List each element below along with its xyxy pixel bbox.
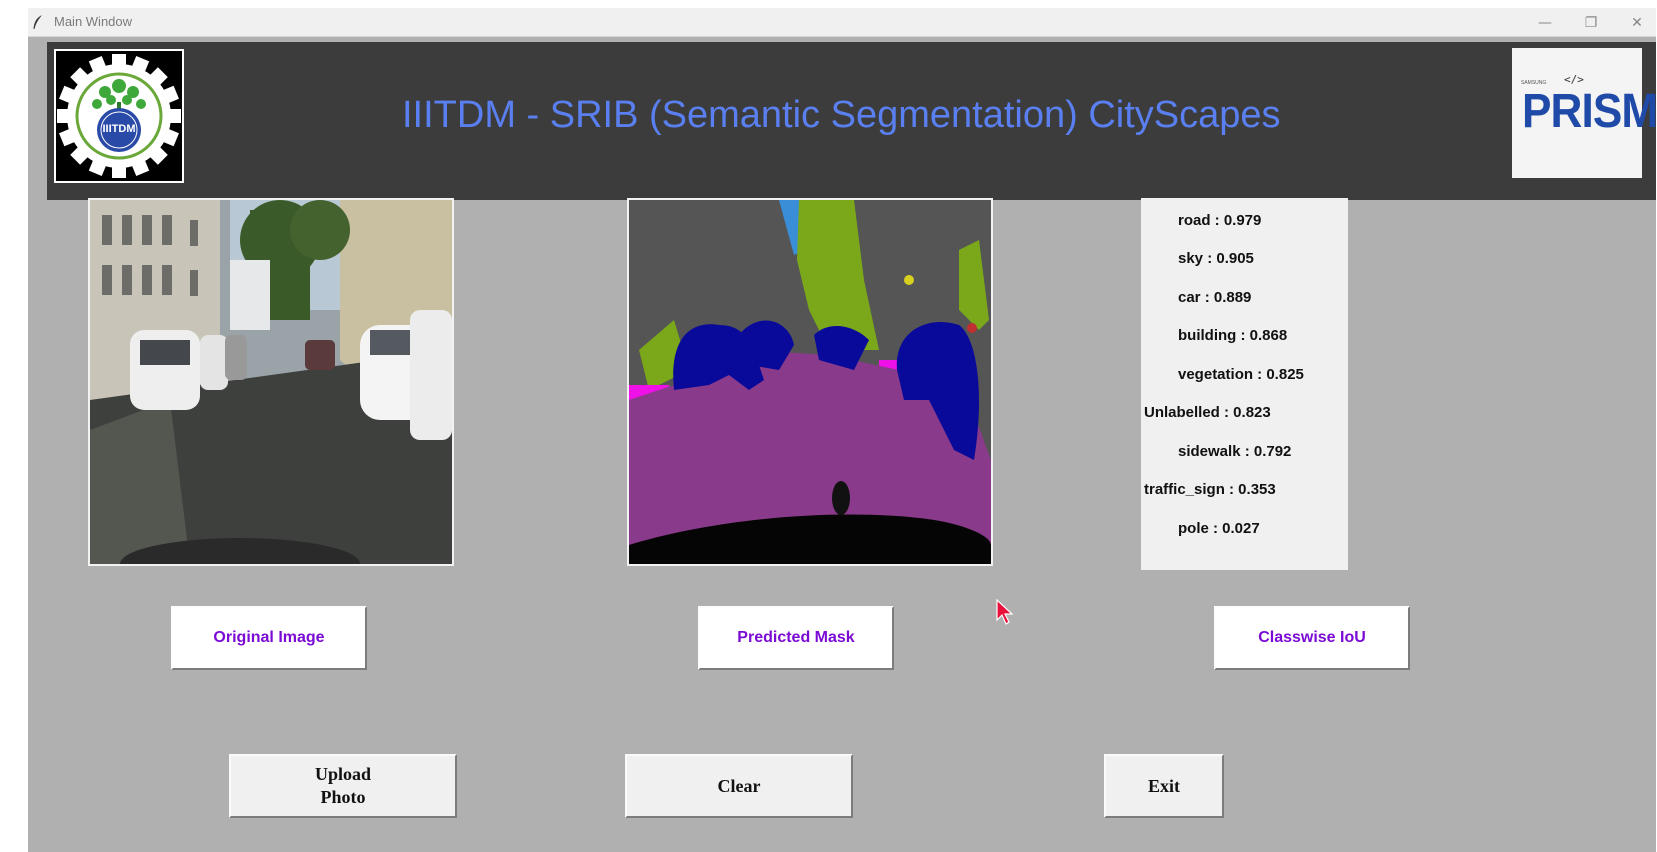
main-window: Main Window — ❐ ✕ IIITDM IIITDM - SRIB (… <box>28 8 1656 852</box>
iou-item-traffic-sign: traffic_sign : 0.353 <box>1144 481 1276 498</box>
minimize-button[interactable]: — <box>1522 12 1568 34</box>
feather-icon <box>33 15 42 29</box>
iou-item-pole: pole : 0.027 <box>1178 520 1260 537</box>
iou-item-vegetation: vegetation : 0.825 <box>1178 366 1304 383</box>
iou-item-sky: sky : 0.905 <box>1178 250 1254 267</box>
iou-item-car: car : 0.889 <box>1178 289 1252 306</box>
title-bar: Main Window — ❐ ✕ <box>28 8 1656 37</box>
window-title: Main Window <box>54 14 133 29</box>
prism-brand-text: PRISM <box>1522 85 1656 138</box>
prism-logo: SAMSUNG </> PRISM <box>1512 48 1656 178</box>
upload-photo-button[interactable]: Upload Photo <box>229 754 457 818</box>
iou-item-building: building : 0.868 <box>1178 327 1288 344</box>
page-title: IIITDM - SRIB (Semantic Segmentation) Ci… <box>402 94 1281 136</box>
app-header: IIITDM IIITDM - SRIB (Semantic Segmentat… <box>47 42 1656 200</box>
classwise-iou-panel: road : 0.979 sky : 0.905 car : 0.889 bui… <box>1141 198 1348 570</box>
classwise-iou-label: Classwise IoU <box>1214 606 1410 670</box>
close-button[interactable]: ✕ <box>1614 12 1656 34</box>
restore-button[interactable]: ❐ <box>1568 12 1614 34</box>
predicted-mask-image <box>627 198 993 566</box>
iou-item-unlabelled: Unlabelled : 0.823 <box>1144 404 1271 421</box>
exit-button[interactable]: Exit <box>1104 754 1224 818</box>
clear-button[interactable]: Clear <box>625 754 853 818</box>
iou-item-road: road : 0.979 <box>1178 212 1262 229</box>
predicted-mask-label: Predicted Mask <box>698 606 894 670</box>
iiitdm-logo: IIITDM <box>54 49 184 183</box>
iiitdm-logo-text: IIITDM <box>103 123 136 135</box>
mouse-cursor-icon <box>996 598 1014 625</box>
original-image <box>88 198 454 566</box>
iou-item-sidewalk: sidewalk : 0.792 <box>1178 443 1292 460</box>
original-image-label: Original Image <box>171 606 367 670</box>
